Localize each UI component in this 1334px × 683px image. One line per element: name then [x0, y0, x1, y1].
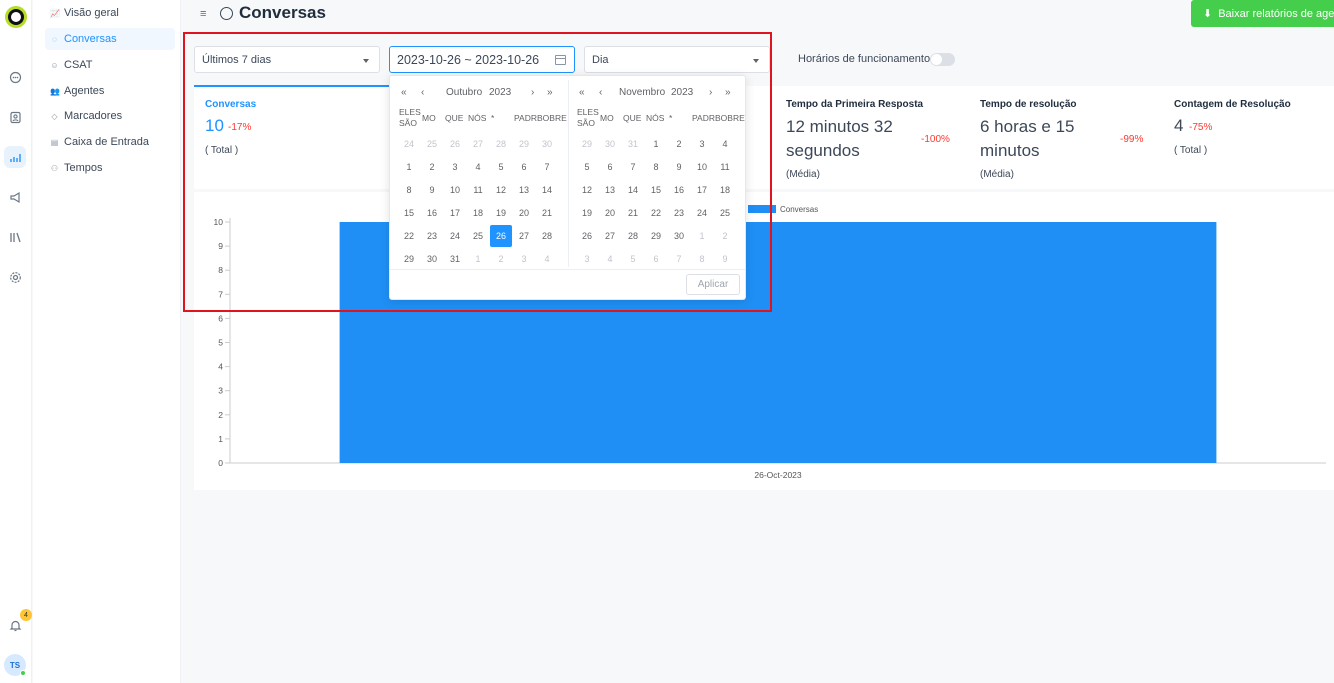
sidebar-item-label: Conversas — [64, 33, 117, 45]
sidebar-item-label: Agentes — [64, 85, 105, 97]
business-hours-label: Horários de funcionamento — [798, 53, 931, 65]
online-status-dot — [20, 670, 26, 676]
y-tick-label: 5 — [218, 338, 223, 348]
menu-toggle-icon[interactable]: ≡ — [200, 8, 206, 20]
metric-value-line2: segundos — [786, 141, 860, 160]
chat-icon: ◌ — [52, 34, 57, 44]
sidebar-item-label: Marcadores — [64, 110, 123, 122]
team-icon: ⚇ — [50, 163, 59, 173]
tag-icon: ◇ — [51, 111, 58, 121]
sidebar-item-inbox[interactable]: ▤ Caixa de Entrada — [45, 131, 175, 153]
metric-sub: ( Total ) — [1174, 145, 1208, 156]
inbox-icon: ▤ — [50, 137, 59, 147]
contacts-icon[interactable] — [4, 106, 26, 128]
metric-title: Contagem de Resolução — [1174, 99, 1291, 110]
reports-sidebar: 📈 Visão geral ◌ Conversas ☺ CSAT 👥 Agent… — [33, 0, 181, 683]
chart-icon: 📈 — [50, 8, 60, 18]
y-tick-label: 2 — [218, 410, 223, 420]
business-hours-toggle[interactable] — [930, 53, 955, 66]
metric-value-line1: 6 horas e 15 — [980, 117, 1075, 136]
y-tick-label: 6 — [218, 313, 223, 323]
icon-rail: 4 TS — [0, 0, 32, 683]
settings-icon[interactable] — [4, 266, 26, 288]
sidebar-item-csat[interactable]: ☺ CSAT — [45, 54, 175, 76]
notification-badge: 4 — [20, 609, 32, 621]
sidebar-item-label: Visão geral — [64, 7, 119, 19]
page-title: Conversas — [239, 3, 326, 22]
campaigns-icon[interactable] — [4, 186, 26, 208]
y-tick-label: 0 — [218, 458, 223, 468]
sidebar-item-labels[interactable]: ◇ Marcadores — [45, 105, 175, 127]
highlight-box — [183, 32, 772, 312]
sidebar-item-teams[interactable]: ⚇ Tempos — [45, 157, 175, 179]
users-icon: 👥 — [50, 86, 60, 96]
chat-icon — [220, 7, 233, 20]
metric-delta: -100% — [921, 134, 950, 145]
metric-value-line1: 12 minutos 32 — [786, 117, 893, 136]
y-tick-label: 4 — [218, 362, 223, 372]
reports-icon[interactable] — [4, 146, 26, 168]
conversations-icon[interactable] — [4, 66, 26, 88]
sidebar-item-label: Tempos — [64, 162, 103, 174]
metric-value: 4 — [1174, 116, 1184, 135]
sidebar-item-conversations[interactable]: ◌ Conversas — [45, 28, 175, 50]
legend-label: Conversas — [780, 205, 818, 214]
metric-sub: (Média) — [980, 169, 1014, 180]
download-reports-button[interactable]: ⬇ Baixar relatórios de agentes — [1191, 0, 1334, 27]
library-icon[interactable] — [4, 226, 26, 248]
sidebar-item-agents[interactable]: 👥 Agentes — [45, 80, 175, 102]
y-tick-label: 1 — [218, 434, 223, 444]
y-tick-label: 3 — [218, 386, 223, 396]
app-logo[interactable] — [5, 6, 27, 28]
metric-delta: -75% — [1189, 122, 1213, 133]
metric-delta: -99% — [1120, 134, 1144, 145]
sidebar-item-label: CSAT — [64, 59, 93, 71]
x-tick-label: 26-Oct-2023 — [754, 470, 802, 480]
smile-icon: ☺ — [50, 60, 59, 70]
sidebar-item-label: Caixa de Entrada — [64, 136, 149, 148]
metric-value-line2: minutos — [980, 141, 1040, 160]
sidebar-item-overview[interactable]: 📈 Visão geral — [45, 2, 175, 24]
metric-title: Tempo de resolução — [980, 99, 1077, 110]
download-reports-label: Baixar relatórios de agentes — [1218, 7, 1334, 20]
metric-title: Tempo da Primeira Resposta — [786, 99, 924, 110]
metric-sub: (Média) — [786, 169, 820, 180]
download-icon: ⬇ — [1203, 8, 1213, 20]
